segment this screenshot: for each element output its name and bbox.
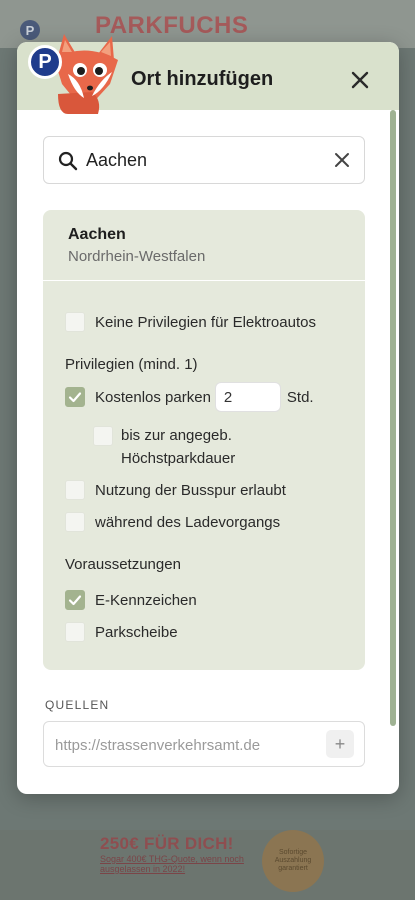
option-bus-lane[interactable]: Nutzung der Busspur erlaubt bbox=[65, 480, 286, 500]
option-e-plate[interactable]: E-Kennzeichen bbox=[65, 590, 197, 610]
hours-unit: Std. bbox=[286, 388, 314, 406]
parking-logo-badge: P bbox=[28, 45, 62, 79]
option-parking-disc[interactable]: Parkscheibe bbox=[65, 622, 178, 642]
parking-disc-label: Parkscheibe bbox=[95, 623, 178, 641]
check-icon bbox=[68, 392, 82, 403]
e-plate-label: E-Kennzeichen bbox=[95, 591, 197, 609]
search-input[interactable]: Aachen bbox=[86, 150, 147, 171]
card-divider bbox=[43, 280, 365, 281]
option-max-duration[interactable]: bis zur angegeb. Höchstparkdauer bbox=[93, 424, 235, 470]
promo-subtitle[interactable]: Sogar 400€ THG-Quote, wenn noch ausgelas… bbox=[100, 854, 250, 874]
free-parking-label: Kostenlos parken bbox=[95, 388, 211, 406]
dialog-title: Ort hinzufügen bbox=[131, 68, 274, 90]
while-charging-label: während des Ladevorgangs bbox=[95, 513, 281, 531]
option-free-parking[interactable]: Kostenlos parken 2 Std. bbox=[65, 382, 314, 412]
source-url-input[interactable]: https://strassenverkehrsamt.de bbox=[55, 737, 260, 754]
clear-search-icon[interactable] bbox=[334, 152, 350, 168]
e-plate-checkbox[interactable] bbox=[65, 590, 85, 610]
promo-title[interactable]: 250€ FÜR DICH! bbox=[100, 834, 234, 854]
place-name: Aachen bbox=[68, 226, 126, 243]
search-field[interactable]: Aachen bbox=[43, 136, 365, 184]
parking-disc-checkbox[interactable] bbox=[65, 622, 85, 642]
place-region: Nordrhein-Westfalen bbox=[68, 248, 206, 265]
source-url-field[interactable]: https://strassenverkehrsamt.de + bbox=[43, 721, 365, 767]
place-card: Aachen Nordrhein-Westfalen Keine Privile… bbox=[43, 210, 365, 670]
promo-stamp: Sofortige Auszahlung garantiert bbox=[262, 830, 324, 892]
requirements-heading: Voraussetzungen bbox=[65, 556, 181, 573]
option-while-charging[interactable]: während des Ladevorgangs bbox=[65, 512, 280, 532]
parking-hours-input[interactable]: 2 bbox=[214, 382, 281, 412]
check-icon bbox=[68, 595, 82, 606]
option-no-privileges[interactable]: Keine Privilegien für Elektroautos bbox=[65, 312, 316, 332]
no-privileges-checkbox[interactable] bbox=[65, 312, 85, 332]
search-icon bbox=[58, 151, 78, 171]
free-parking-checkbox[interactable] bbox=[65, 387, 85, 407]
add-source-button[interactable]: + bbox=[326, 730, 354, 758]
privileges-heading: Privilegien (mind. 1) bbox=[65, 356, 198, 373]
add-place-dialog: Ort hinzufügen Aachen Aachen Nordrhein-W… bbox=[17, 42, 399, 794]
scrollbar[interactable] bbox=[390, 110, 396, 726]
no-privileges-label: Keine Privilegien für Elektroautos bbox=[95, 313, 316, 331]
sources-label: QUELLEN bbox=[45, 698, 110, 712]
max-duration-label-line2: Höchstparkdauer bbox=[121, 450, 236, 467]
while-charging-checkbox[interactable] bbox=[65, 512, 85, 532]
max-duration-label-line1: bis zur angegeb. bbox=[121, 427, 232, 444]
bus-lane-label: Nutzung der Busspur erlaubt bbox=[95, 481, 286, 499]
close-button[interactable] bbox=[347, 67, 373, 93]
max-duration-checkbox[interactable] bbox=[93, 426, 113, 446]
close-icon bbox=[351, 71, 369, 89]
bus-lane-checkbox[interactable] bbox=[65, 480, 85, 500]
